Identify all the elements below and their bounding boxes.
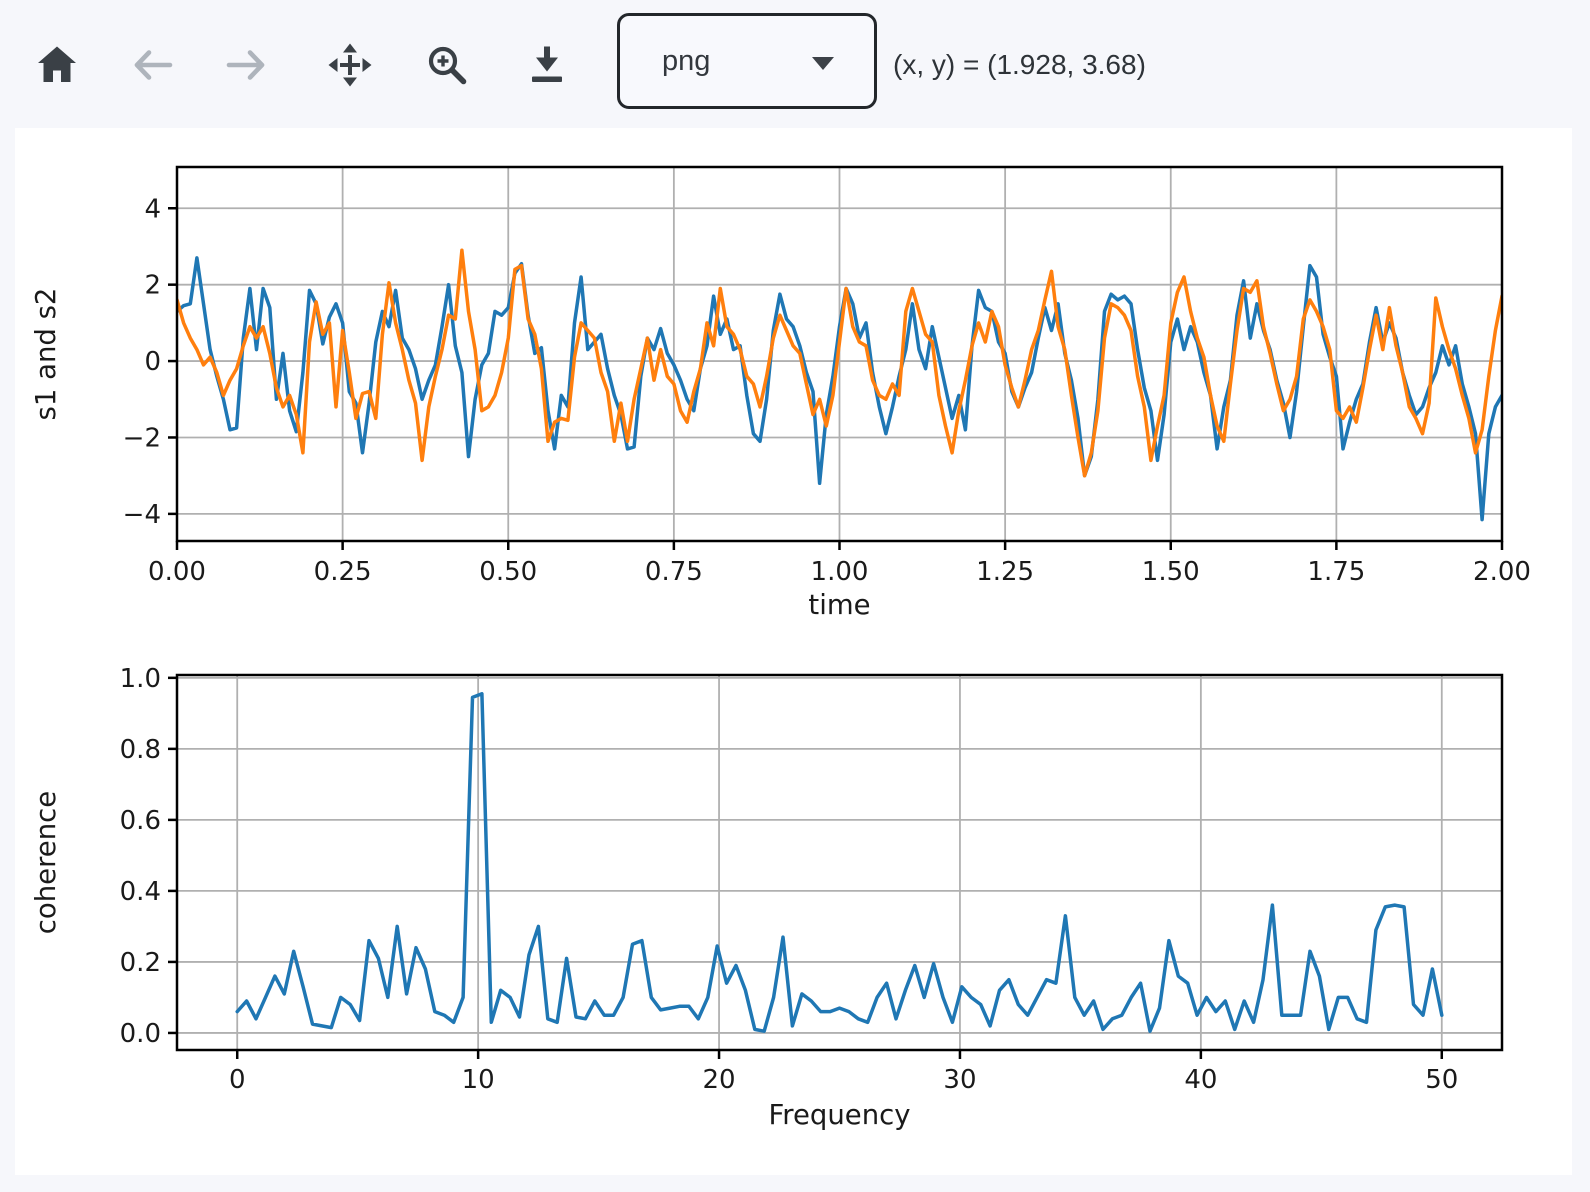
x-tick-label: 30 bbox=[943, 1065, 976, 1095]
figure-canvas[interactable]: 0.000.250.500.751.001.251.501.752.00−4−2… bbox=[15, 128, 1572, 1175]
pan-button[interactable] bbox=[327, 40, 373, 90]
move-icon bbox=[327, 42, 373, 88]
format-select-value: png bbox=[662, 45, 710, 78]
x-tick-label: 50 bbox=[1425, 1065, 1458, 1095]
format-select[interactable]: png bbox=[617, 13, 877, 109]
x-tick-label: 0.75 bbox=[645, 557, 703, 587]
y-tick-label: 0 bbox=[144, 347, 161, 377]
arrow-right-icon bbox=[224, 42, 270, 88]
charts-svg[interactable]: 0.000.250.500.751.001.251.501.752.00−4−2… bbox=[15, 128, 1572, 1175]
y-tick-label: 1.0 bbox=[120, 664, 161, 694]
x-tick-label: 1.50 bbox=[1142, 557, 1200, 587]
zoom-to-rect-button[interactable] bbox=[424, 40, 470, 90]
y-tick-label: 4 bbox=[144, 194, 161, 224]
download-icon bbox=[524, 42, 570, 88]
y-tick-label: 0.6 bbox=[120, 806, 161, 836]
x-tick-label: 0.25 bbox=[314, 557, 372, 587]
back-button[interactable] bbox=[129, 40, 175, 90]
y-tick-label: 0.8 bbox=[120, 735, 161, 765]
y-tick-label: 0.2 bbox=[120, 948, 161, 978]
arrow-left-icon bbox=[129, 42, 175, 88]
x-axis-label: time bbox=[808, 589, 870, 621]
x-tick-label: 0.00 bbox=[148, 557, 206, 587]
forward-button[interactable] bbox=[224, 40, 270, 90]
x-tick-label: 1.25 bbox=[976, 557, 1034, 587]
x-tick-label: 40 bbox=[1184, 1065, 1217, 1095]
zoom-plus-icon bbox=[424, 42, 470, 88]
cursor-position-readout: (x, y) = (1.928, 3.68) bbox=[893, 49, 1146, 81]
x-tick-label: 1.00 bbox=[811, 557, 869, 587]
y-tick-label: 2 bbox=[144, 271, 161, 301]
home-icon bbox=[34, 42, 80, 88]
download-button[interactable] bbox=[524, 40, 570, 90]
y-tick-label: 0.4 bbox=[120, 877, 161, 907]
x-axis-label: Frequency bbox=[768, 1099, 910, 1131]
y-tick-label: −4 bbox=[123, 500, 161, 530]
app-root: png (x, y) = (1.928, 3.68) 0.000.250.500… bbox=[0, 0, 1590, 128]
chevron-down-icon bbox=[812, 57, 834, 70]
y-tick-label: 0.0 bbox=[120, 1019, 161, 1049]
y-axis-label: coherence bbox=[30, 791, 62, 934]
x-tick-label: 20 bbox=[702, 1065, 735, 1095]
x-tick-label: 10 bbox=[462, 1065, 495, 1095]
figure-toolbar: png (x, y) = (1.928, 3.68) bbox=[0, 0, 1590, 128]
y-axis-label: s1 and s2 bbox=[30, 288, 62, 421]
x-tick-label: 1.75 bbox=[1307, 557, 1365, 587]
x-tick-label: 0 bbox=[229, 1065, 246, 1095]
x-tick-label: 2.00 bbox=[1473, 557, 1531, 587]
y-tick-label: −2 bbox=[123, 423, 161, 453]
home-button[interactable] bbox=[34, 40, 80, 90]
x-tick-label: 0.50 bbox=[479, 557, 537, 587]
